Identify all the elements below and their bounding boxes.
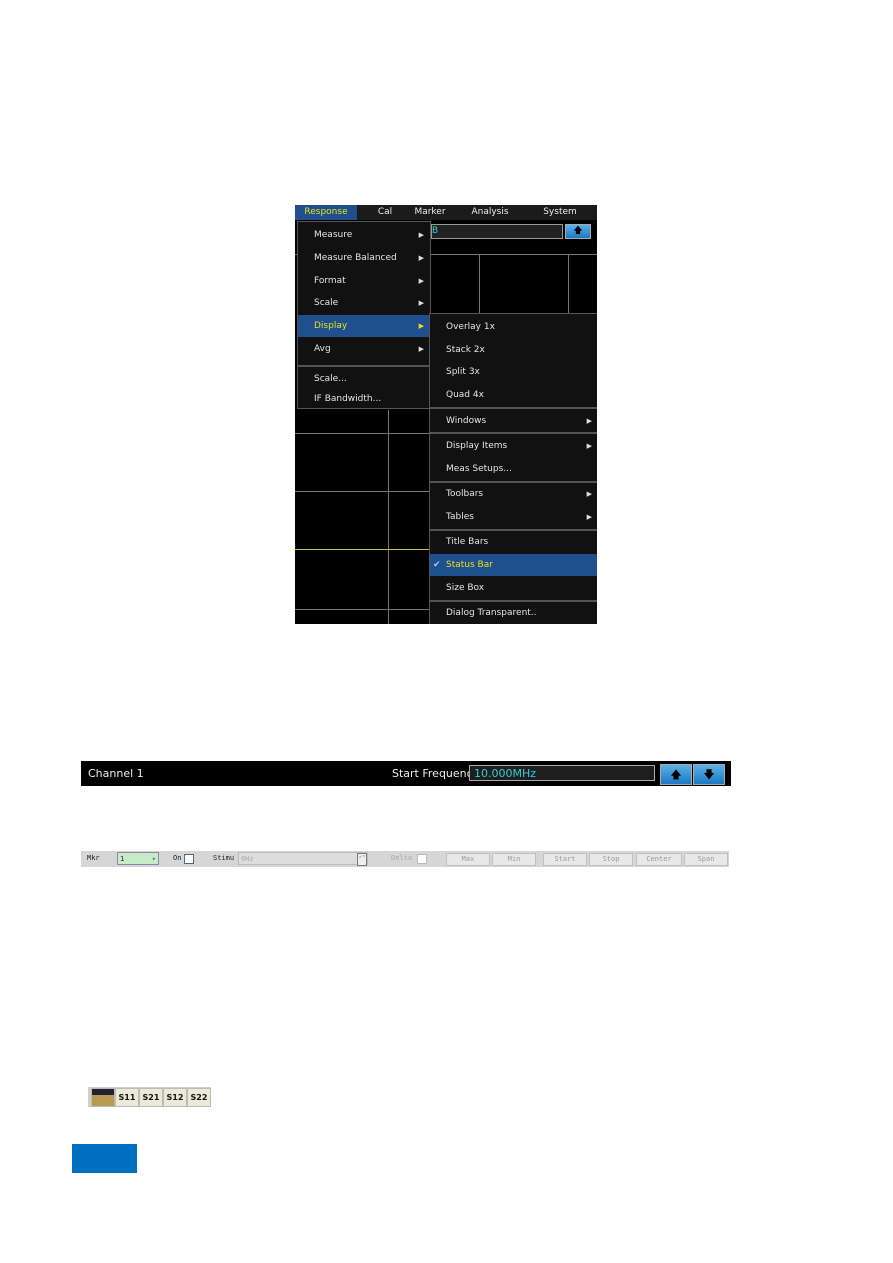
menu-response[interactable]: Response [295,205,357,220]
submenu-arrow-icon: ▶ [586,442,592,450]
label: Toolbars [446,489,484,499]
menu-separator [430,407,597,409]
label: Display Items [446,441,508,451]
channel-title-bar: Channel 1 Start Frequency 10.000MHz 🡅 🡇 [81,761,731,786]
start-frequency-input[interactable]: 10.000MHz [469,765,655,781]
menu-cal[interactable]: Cal [367,205,403,220]
min-button[interactable]: Min [492,853,536,866]
submenu-arrow-icon: ▶ [418,345,424,353]
stim-label: Stimu [213,854,235,862]
trace-line [295,549,435,550]
menu-item-measure[interactable]: Measure ▶ [298,224,430,246]
value-input[interactable]: B [431,224,563,239]
delta-checkbox[interactable] [417,854,427,864]
label: Format [314,276,346,286]
display-submenu: Overlay 1x Stack 2x Split 3x Quad 4x Win… [429,313,597,624]
arrow-down-icon[interactable]: 🡇 [693,764,725,785]
label: Measure [314,230,353,240]
max-button[interactable]: Max [446,853,490,866]
menu-item-display-items[interactable]: Display Items ▶ [430,435,597,457]
menu-item-display[interactable]: Display ▶ [298,315,430,337]
menu-item-size-box[interactable]: Size Box [430,577,597,599]
menu-marker[interactable]: Marker [407,205,453,220]
spinner-icon[interactable]: ▴▾ [357,853,367,866]
menu-item-scale-dialog[interactable]: Scale... [298,368,430,390]
menu-item-scale[interactable]: Scale ▶ [298,292,430,314]
chevron-down-icon: ▾ [151,855,156,863]
response-menu: Measure ▶ Measure Balanced ▶ Format ▶ Scale… [297,221,431,409]
menu-screenshot: B 🡅 Response Cal Marker Analysis System … [295,205,597,624]
marker-value: 1 [120,855,125,863]
menu-item-tables[interactable]: Tables ▶ [430,506,597,528]
menu-item-meas-setups[interactable]: Meas Setups... [430,458,597,480]
label: Windows [446,416,487,426]
submenu-arrow-icon: ▶ [418,277,424,285]
menu-item-status-bar[interactable]: ✔ Status Bar [430,554,597,576]
menu-separator [430,432,597,434]
menu-item-stack[interactable]: Stack 2x [430,339,597,361]
label: Avg [314,344,331,354]
channel-title: Channel 1 [88,767,144,780]
grid-line [388,410,389,624]
menu-item-if-bandwidth[interactable]: IF Bandwidth... [298,390,430,408]
submenu-arrow-icon: ▶ [418,231,424,239]
menu-item-windows[interactable]: Windows ▶ [430,410,597,432]
center-button[interactable]: Center [636,853,682,866]
arrow-up-icon[interactable]: 🡅 [660,764,692,785]
menu-bar: Response Cal Marker Analysis System [295,205,597,220]
submenu-arrow-icon: ▶ [586,513,592,521]
stimulus-input[interactable]: 0Hz ▴▾ [238,852,368,866]
stim-value: 0Hz [241,855,254,863]
menu-separator [298,365,430,367]
submenu-arrow-icon: ▶ [418,322,424,330]
menu-analysis[interactable]: Analysis [465,205,515,220]
label: Status Bar [446,560,493,570]
trace-window-icon[interactable] [91,1088,115,1107]
on-checkbox[interactable] [184,854,194,864]
menu-item-quad[interactable]: Quad 4x [430,384,597,406]
menu-system[interactable]: System [535,205,585,220]
s22-button[interactable]: S22 [187,1088,211,1107]
grid-line [568,255,569,315]
start-button[interactable]: Start [543,853,587,866]
menu-item-split[interactable]: Split 3x [430,361,597,383]
mkr-label: Mkr [87,854,100,862]
submenu-arrow-icon: ▶ [418,299,424,307]
label: Measure Balanced [314,253,397,263]
s11-button[interactable]: S11 [115,1088,139,1107]
submenu-arrow-icon: ▶ [418,254,424,262]
s21-button[interactable]: S21 [139,1088,163,1107]
checkmark-icon: ✔ [433,560,441,570]
menu-item-overlay[interactable]: Overlay 1x [430,316,597,338]
menu-item-dialog-transparent[interactable]: Dialog Transparent.. [430,602,597,624]
menu-item-avg[interactable]: Avg ▶ [298,338,430,360]
label: Display [314,321,348,331]
stop-button[interactable]: Stop [589,853,633,866]
menu-item-title-bars[interactable]: Title Bars [430,531,597,553]
label: Tables [446,512,474,522]
arrow-up-icon[interactable]: 🡅 [565,224,591,239]
menu-item-toolbars[interactable]: Toolbars ▶ [430,483,597,505]
menu-item-measure-balanced[interactable]: Measure Balanced ▶ [298,247,430,269]
marker-toolbar: Mkr 1 ▾ On Stimu 0Hz ▴▾ Delta Max Min Star… [81,851,729,867]
grid-line [479,255,480,315]
marker-select[interactable]: 1 ▾ [117,852,159,865]
on-label: On [173,854,182,862]
submenu-arrow-icon: ▶ [586,417,592,425]
delta-label: Delta [391,854,413,862]
label: Scale [314,298,339,308]
submenu-arrow-icon: ▶ [586,490,592,498]
page-tab-marker [72,1144,137,1173]
start-frequency-label: Start Frequency [392,767,480,780]
span-button[interactable]: Span [684,853,728,866]
menu-item-format[interactable]: Format ▶ [298,270,430,292]
s12-button[interactable]: S12 [163,1088,187,1107]
sparameter-toolbar: S11 S21 S12 S22 [88,1087,211,1107]
